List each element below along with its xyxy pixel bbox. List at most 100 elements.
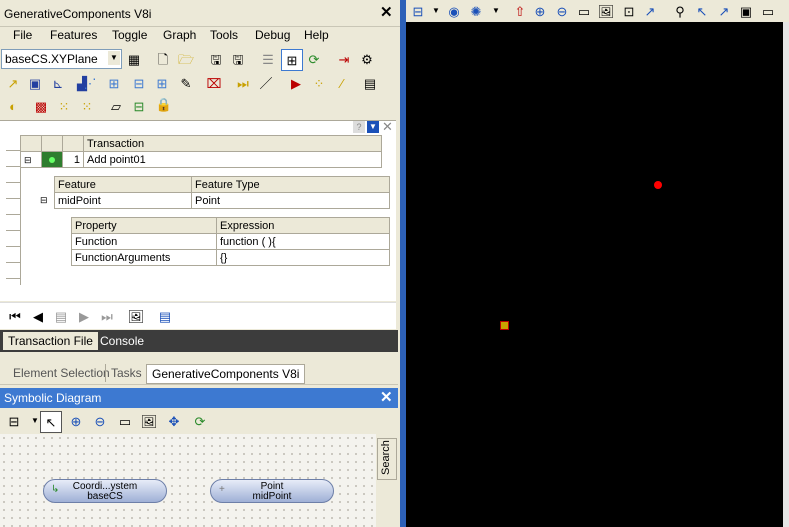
view-scrollbar[interactable] (783, 22, 789, 527)
plane-icon[interactable]: ▣ (25, 73, 45, 93)
image-icon[interactable]: 🖼 (126, 306, 146, 326)
diagram-canvas[interactable]: ↳ Coordi...ystem baseCS + Point midPoint (0, 434, 376, 527)
node-point[interactable]: + Point midPoint (210, 479, 334, 503)
filter-icon[interactable]: ▼ (367, 121, 379, 133)
display-style-icon[interactable]: ◉ (444, 1, 464, 21)
save-all-icon[interactable]: 🖫 (228, 49, 248, 69)
menu-file[interactable]: File (13, 28, 32, 42)
chevron-down-icon[interactable]: ▼ (108, 51, 120, 65)
last-icon[interactable]: ⏭ (97, 306, 117, 326)
walk-icon[interactable]: ⚲ (670, 1, 690, 21)
property-name[interactable]: FunctionArguments (71, 249, 217, 266)
box-icon[interactable]: ▩ (31, 96, 51, 116)
pan-view-icon[interactable]: ↗ (640, 1, 660, 21)
refresh-icon[interactable]: ⟳ (190, 411, 210, 431)
view-attributes-icon[interactable]: ⊟ (408, 1, 428, 21)
menu-help[interactable]: Help (304, 28, 329, 42)
step-into-icon[interactable]: ⇥ (334, 49, 354, 69)
menu-debug[interactable]: Debug (255, 28, 290, 42)
tab-transaction-file[interactable]: Transaction File (3, 332, 98, 350)
node-icon[interactable]: ⋰ (80, 73, 100, 93)
dots2-icon[interactable]: ⁙ (77, 96, 97, 116)
coordinate-system-combo[interactable]: baseCS.XYPlane ▼ (1, 49, 122, 69)
play-icon[interactable]: ▶ (286, 73, 306, 93)
rotate-view-icon[interactable]: ⊡ (619, 1, 639, 21)
zoom-out-icon[interactable]: ⊖ (90, 411, 110, 431)
axes-icon[interactable]: ⊾ (48, 73, 68, 93)
collapse-icon[interactable]: ⊟ (24, 155, 32, 165)
window-area-icon[interactable]: ▭ (574, 1, 594, 21)
copy-view-icon[interactable]: ▣ (736, 1, 756, 21)
settings-icon[interactable]: ⚙ (357, 49, 377, 69)
save-icon[interactable]: 🖫 (206, 49, 226, 69)
line-icon[interactable]: ↗ (3, 73, 23, 93)
tab-tasks[interactable]: Tasks (105, 364, 147, 382)
property-expression[interactable]: {} (216, 249, 390, 266)
tab-generativecomponents[interactable]: GenerativeComponents V8i (146, 364, 306, 384)
dots-icon[interactable]: ⁙ (54, 96, 74, 116)
close-grid-icon[interactable]: ✕ (382, 119, 393, 135)
hierarchy-icon[interactable]: ⊞ (152, 73, 172, 93)
scatter-icon[interactable]: ⁘ (309, 73, 329, 93)
search-tab[interactable]: Search (377, 438, 397, 480)
model-view[interactable] (406, 22, 783, 527)
break-icon[interactable]: ⌧ (204, 73, 224, 93)
run-icon[interactable]: ⏭ (233, 73, 253, 93)
node-coordinate-system[interactable]: ↳ Coordi...ystem baseCS (43, 479, 167, 503)
table-row[interactable]: Function function ( ){ (71, 233, 390, 250)
feature-type[interactable]: Point (191, 192, 390, 209)
collapse-feature-icon[interactable]: ⊟ (40, 195, 48, 206)
dependency-icon[interactable]: ⊟ (129, 96, 149, 116)
transaction-name[interactable]: Add point01 (83, 151, 382, 168)
zoom-in-icon[interactable]: ⊕ (530, 1, 550, 21)
window-icon[interactable]: ▭ (115, 411, 135, 431)
new-file-icon[interactable]: 🗋 (153, 49, 173, 69)
zoom-out-icon[interactable]: ⊖ (552, 1, 572, 21)
window-view-icon[interactable]: ▭ (758, 1, 778, 21)
mid-point-marker[interactable] (654, 181, 662, 189)
camera-icon[interactable]: ↗ (714, 1, 734, 21)
pan-icon[interactable]: ✥ (164, 411, 184, 431)
chevron-down-icon[interactable]: ▼ (486, 1, 506, 21)
pencil-icon[interactable]: ／ (256, 73, 276, 93)
menu-toggle[interactable]: Toggle (112, 28, 147, 42)
table-row[interactable]: FunctionArguments {} (71, 249, 390, 266)
circle-icon[interactable]: ◐ (3, 96, 23, 116)
tab-console[interactable]: Console (95, 332, 149, 350)
menu-features[interactable]: Features (50, 28, 97, 42)
property-name[interactable]: Function (71, 233, 217, 250)
wand-icon[interactable]: ⁄ (332, 73, 352, 93)
close-icon[interactable]: ✕ (380, 390, 393, 405)
list-icon[interactable]: ▤ (155, 306, 175, 326)
previous-icon[interactable]: ◀ (28, 306, 48, 326)
cube-icon[interactable]: ▱ (106, 96, 126, 116)
grid-icon[interactable]: ▦ (124, 49, 144, 69)
table-row[interactable]: ⊟ 1 Add point01 (20, 151, 382, 168)
tab-element-selection[interactable]: Element Selection (8, 364, 115, 382)
feature-name[interactable]: midPoint (54, 192, 192, 209)
help-icon[interactable]: ? (353, 121, 365, 133)
layout-icon[interactable]: ⊟ (4, 411, 24, 431)
base-cs-marker[interactable] (500, 321, 509, 330)
edit-icon[interactable]: ✎ (176, 73, 196, 93)
tree-icon[interactable]: ⊟ (129, 73, 149, 93)
script-icon[interactable]: ▤ (360, 73, 380, 93)
menu-tools[interactable]: Tools (210, 28, 238, 42)
lock-icon[interactable]: 🔒 (154, 94, 174, 114)
first-icon[interactable]: ⏮ (5, 306, 25, 326)
table-row[interactable]: midPoint Point (54, 192, 390, 209)
fit-view-icon[interactable]: 🖼 (596, 1, 616, 21)
zoom-in-icon[interactable]: ⊕ (66, 411, 86, 431)
refresh-graph-icon[interactable]: ⟳ (304, 49, 324, 69)
select-icon[interactable]: ↖ (692, 1, 712, 21)
update-icon[interactable]: ⇧ (510, 1, 530, 21)
light-icon[interactable]: ✺ (466, 1, 486, 21)
chevron-down-icon[interactable]: ▼ (426, 1, 446, 21)
close-icon[interactable]: ✕ (380, 5, 393, 20)
property-expression[interactable]: function ( ){ (216, 233, 390, 250)
pointer-icon[interactable]: ↖ (40, 411, 62, 433)
folder-icon[interactable]: 🗁 (176, 49, 196, 69)
menu-graph[interactable]: Graph (163, 28, 196, 42)
nodes-icon[interactable]: ⊞ (104, 73, 124, 93)
next-icon[interactable]: ▶ (74, 306, 94, 326)
